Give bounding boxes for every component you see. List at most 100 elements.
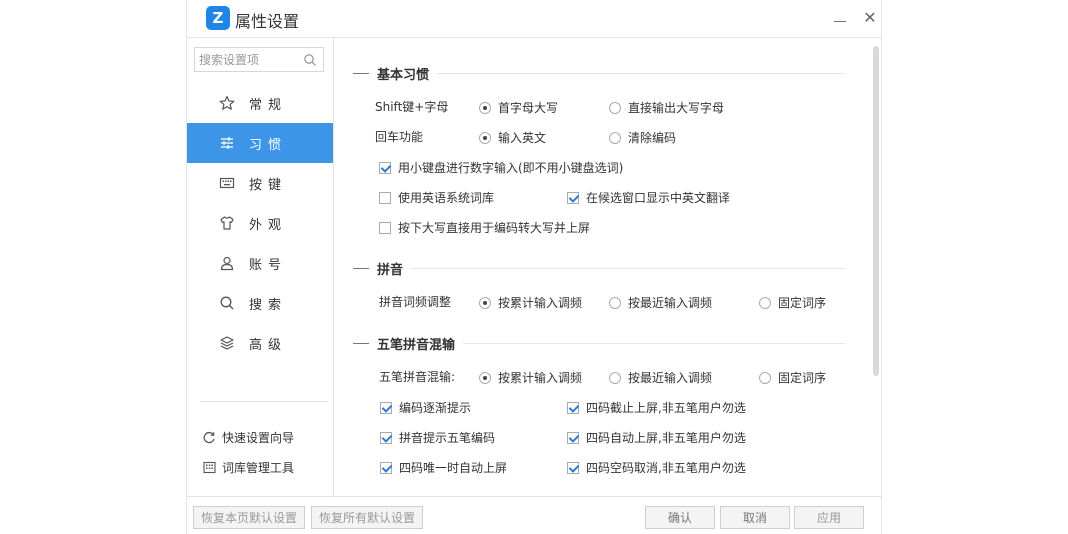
footer-bar: 恢复本页默认设置 恢复所有默认设置 确认 取消 应用 (187, 496, 881, 534)
app-logo-icon: Z (206, 6, 230, 30)
sidebar: 常规 习惯 按键 外观 账号 搜索 (187, 38, 334, 496)
window-title: 属性设置 (235, 12, 300, 31)
pinyin-frequency-label: 拼音词频调整 (379, 295, 452, 309)
english-dictionary-checkbox[interactable]: 使用英语系统词库 (379, 189, 494, 206)
checkbox-indicator (379, 191, 391, 204)
four-code-cutoff-checkbox[interactable]: 四码截止上屏,非五笔用户勿选 (567, 399, 746, 416)
section-basic-habits: 基本习惯 (353, 64, 845, 83)
restore-page-defaults-button[interactable]: 恢复本页默认设置 (193, 506, 305, 529)
search-icon[interactable] (303, 53, 317, 67)
section-title: 基本习惯 (377, 68, 430, 83)
option-label: 按最近输入调频 (628, 371, 713, 385)
user-icon (219, 255, 235, 271)
option-label: 使用英语系统词库 (398, 191, 495, 205)
minimize-button[interactable] (829, 6, 851, 28)
search-input[interactable] (195, 49, 299, 70)
sidebar-item-account[interactable]: 账号 (187, 243, 333, 283)
radio-indicator (479, 101, 491, 114)
radio-indicator (609, 101, 621, 114)
sidebar-item-habits[interactable]: 习惯 (187, 123, 333, 163)
wubi-mix-label: 五笔拼音混输: (379, 370, 456, 384)
show-translation-checkbox[interactable]: 在候选窗口显示中英文翻译 (567, 189, 730, 206)
sidebar-item-label: 外观 (249, 217, 288, 233)
section-title: 拼音 (377, 263, 404, 278)
checkbox-indicator (379, 221, 391, 234)
radio-indicator (609, 371, 621, 384)
option-label: 固定词序 (778, 296, 827, 310)
option-label: 编码逐渐提示 (399, 401, 472, 415)
sliders-icon (219, 135, 235, 151)
sidebar-item-label: 搜索 (249, 297, 288, 313)
option-label: 按最近输入调频 (628, 296, 713, 310)
option-label: 用小键盘进行数字输入(即不用小键盘选词) (398, 161, 624, 175)
star-icon (219, 95, 235, 111)
sidebar-item-label: 按键 (249, 177, 288, 193)
sidebar-item-appearance[interactable]: 外观 (187, 203, 333, 243)
radio-indicator (479, 296, 491, 309)
four-code-unique-commit-checkbox[interactable]: 四码唯一时自动上屏 (380, 459, 507, 476)
scrollbar-thumb[interactable] (873, 46, 879, 376)
checkbox-indicator (567, 401, 579, 414)
sidebar-item-label: 常规 (249, 97, 288, 113)
option-label: 按累计输入调频 (498, 371, 583, 385)
numpad-input-checkbox[interactable]: 用小键盘进行数字输入(即不用小键盘选词) (379, 159, 623, 176)
option-label: 按累计输入调频 (498, 296, 583, 310)
radio-indicator (759, 371, 771, 384)
caps-lock-checkbox[interactable]: 按下大写直接用于编码转大写并上屏 (379, 219, 590, 236)
sidebar-nav: 常规 习惯 按键 外观 账号 搜索 高级 (187, 83, 333, 363)
section-dash (353, 343, 369, 344)
sidebar-item-advanced[interactable]: 高级 (187, 323, 333, 363)
enter-input-english-radio[interactable]: 输入英文 (479, 129, 546, 146)
apply-button[interactable]: 应用 (794, 506, 864, 529)
option-label: 四码空码取消,非五笔用户勿选 (586, 461, 746, 475)
option-label: 直接输出大写字母 (628, 101, 725, 115)
restore-all-defaults-button[interactable]: 恢复所有默认设置 (311, 506, 423, 529)
close-button[interactable]: ✕ (859, 6, 881, 28)
wubi-recent-radio[interactable]: 按最近输入调频 (609, 369, 712, 386)
quick-setup-wizard-label: 快速设置向导 (222, 431, 295, 445)
four-code-auto-commit-checkbox[interactable]: 四码自动上屏,非五笔用户勿选 (567, 429, 746, 446)
option-label: 四码截止上屏,非五笔用户勿选 (586, 401, 746, 415)
section-pinyin: 拼音 (353, 259, 845, 278)
sidebar-item-general[interactable]: 常规 (187, 83, 333, 123)
option-label: 在候选窗口显示中英文翻译 (586, 191, 731, 205)
dictionary-tool-label: 词库管理工具 (222, 461, 295, 475)
radio-indicator (479, 371, 491, 384)
section-dash (353, 73, 369, 74)
sidebar-item-keys[interactable]: 按键 (187, 163, 333, 203)
option-label: 首字母大写 (498, 101, 559, 115)
quick-setup-wizard-link[interactable]: 快速设置向导 (203, 429, 294, 446)
radio-indicator (479, 131, 491, 144)
option-label: 清除编码 (628, 131, 677, 145)
sidebar-item-search[interactable]: 搜索 (187, 283, 333, 323)
dictionary-tool-link[interactable]: 词库管理工具 (203, 459, 294, 476)
pinyin-fixed-order-radio[interactable]: 固定词序 (759, 294, 826, 311)
four-code-empty-cancel-checkbox[interactable]: 四码空码取消,非五笔用户勿选 (567, 459, 746, 476)
section-line (411, 268, 845, 269)
ok-button[interactable]: 确认 (645, 506, 715, 529)
enter-clear-code-radio[interactable]: 清除编码 (609, 129, 676, 146)
cancel-button[interactable]: 取消 (720, 506, 790, 529)
checkbox-indicator (380, 401, 392, 414)
wubi-fixed-order-radio[interactable]: 固定词序 (759, 369, 826, 386)
sidebar-item-label: 账号 (249, 257, 288, 273)
section-line (463, 343, 845, 344)
radio-indicator (609, 131, 621, 144)
settings-window: Z 属性设置 ✕ 常规 习惯 按键 外观 (186, 0, 882, 534)
wubi-cumulative-radio[interactable]: 按累计输入调频 (479, 369, 582, 386)
checkbox-indicator (380, 431, 392, 444)
search-icon (219, 295, 235, 311)
pinyin-recent-radio[interactable]: 按最近输入调频 (609, 294, 712, 311)
shift-output-uppercase-radio[interactable]: 直接输出大写字母 (609, 99, 724, 116)
code-gradual-hint-checkbox[interactable]: 编码逐渐提示 (380, 399, 471, 416)
pinyin-wubi-hint-checkbox[interactable]: 拼音提示五笔编码 (380, 429, 495, 446)
title-bar: Z 属性设置 ✕ (187, 0, 881, 38)
pinyin-cumulative-radio[interactable]: 按累计输入调频 (479, 294, 582, 311)
radio-indicator (759, 296, 771, 309)
option-label: 输入英文 (498, 131, 547, 145)
option-label: 拼音提示五笔编码 (399, 431, 496, 445)
shift-capitalize-first-radio[interactable]: 首字母大写 (479, 99, 558, 116)
radio-indicator (609, 296, 621, 309)
option-label: 按下大写直接用于编码转大写并上屏 (398, 221, 591, 235)
search-box (194, 47, 324, 72)
